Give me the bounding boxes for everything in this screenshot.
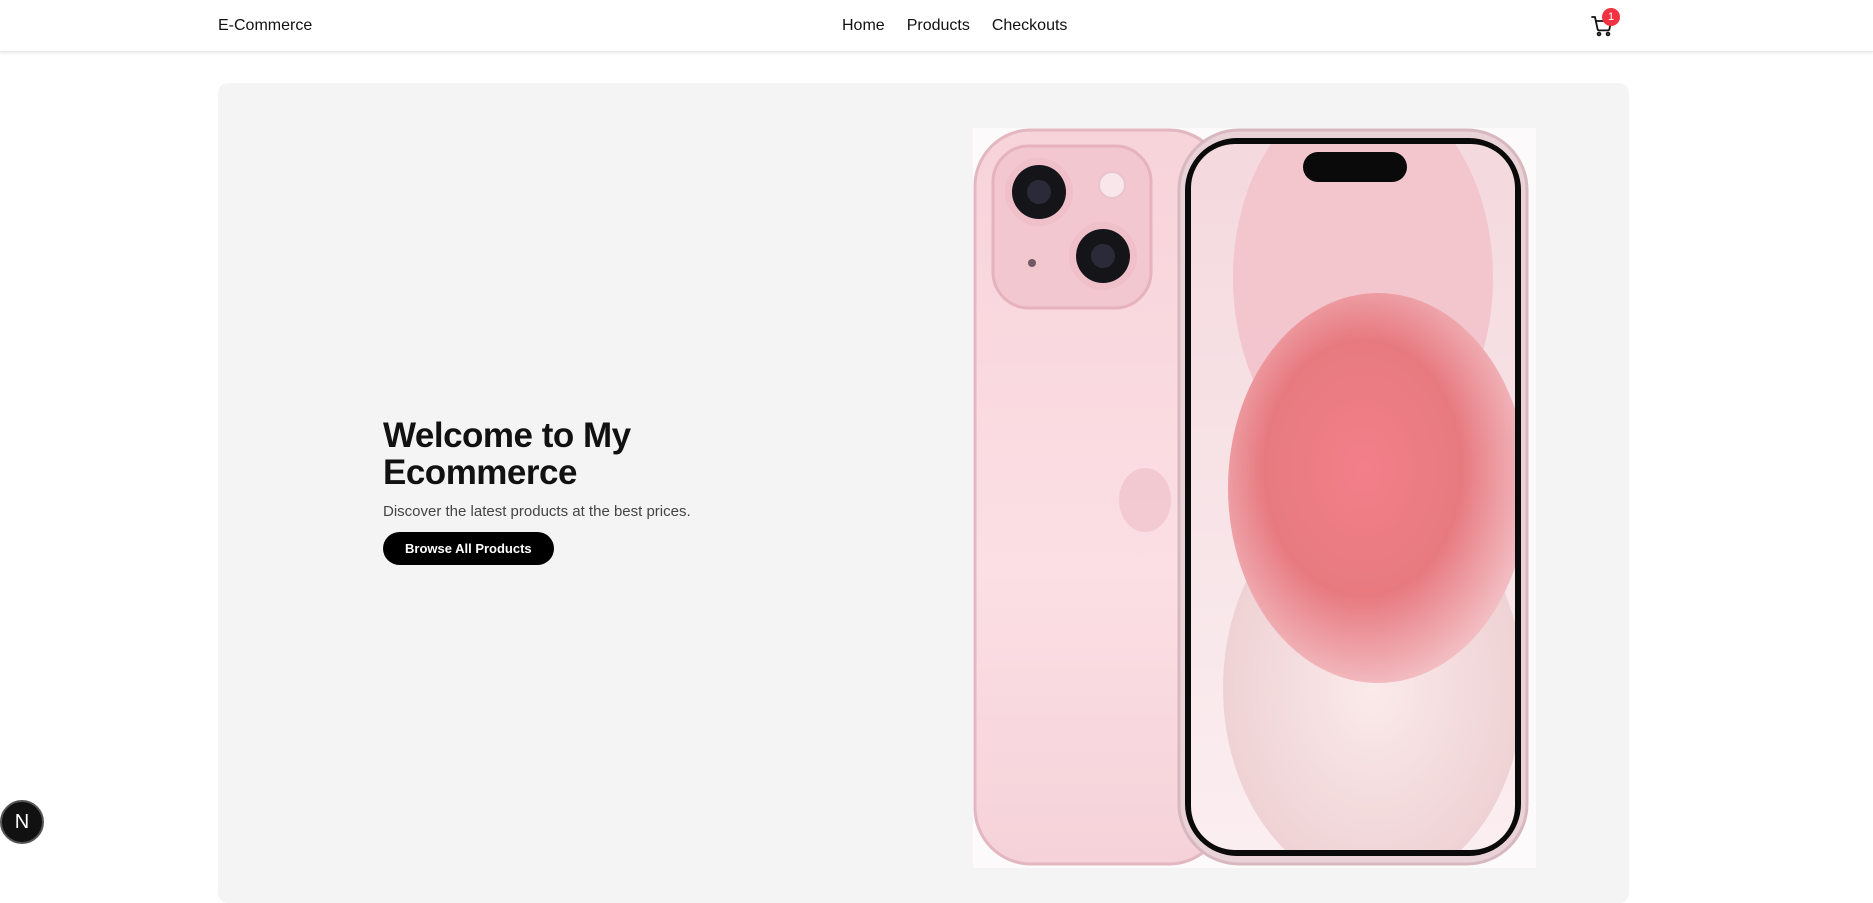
hero-section: Welcome to My Ecommerce Discover the lat… [218, 83, 1629, 903]
hero-product-image [973, 128, 1536, 868]
cart-count-badge: 1 [1602, 8, 1620, 26]
browse-all-products-button[interactable]: Browse All Products [383, 532, 554, 565]
brand-link[interactable]: E-Commerce [218, 17, 312, 35]
nav-link-home[interactable]: Home [842, 17, 885, 35]
hero-title: Welcome to My Ecommerce [383, 416, 631, 492]
nav-link-products[interactable]: Products [907, 17, 970, 35]
hero-subtitle: Discover the latest products at the best… [383, 503, 691, 520]
smartphone-image [973, 128, 1529, 866]
hero-text: Welcome to My Ecommerce Discover the lat… [383, 417, 763, 565]
navbar: E-Commerce Home Products Checkouts 1 [0, 0, 1873, 52]
nav-links: Home Products Checkouts [842, 17, 1067, 35]
nav-link-checkouts[interactable]: Checkouts [992, 17, 1068, 35]
dev-tools-badge[interactable]: N [0, 800, 44, 844]
cart-button[interactable]: 1 [1590, 8, 1620, 38]
